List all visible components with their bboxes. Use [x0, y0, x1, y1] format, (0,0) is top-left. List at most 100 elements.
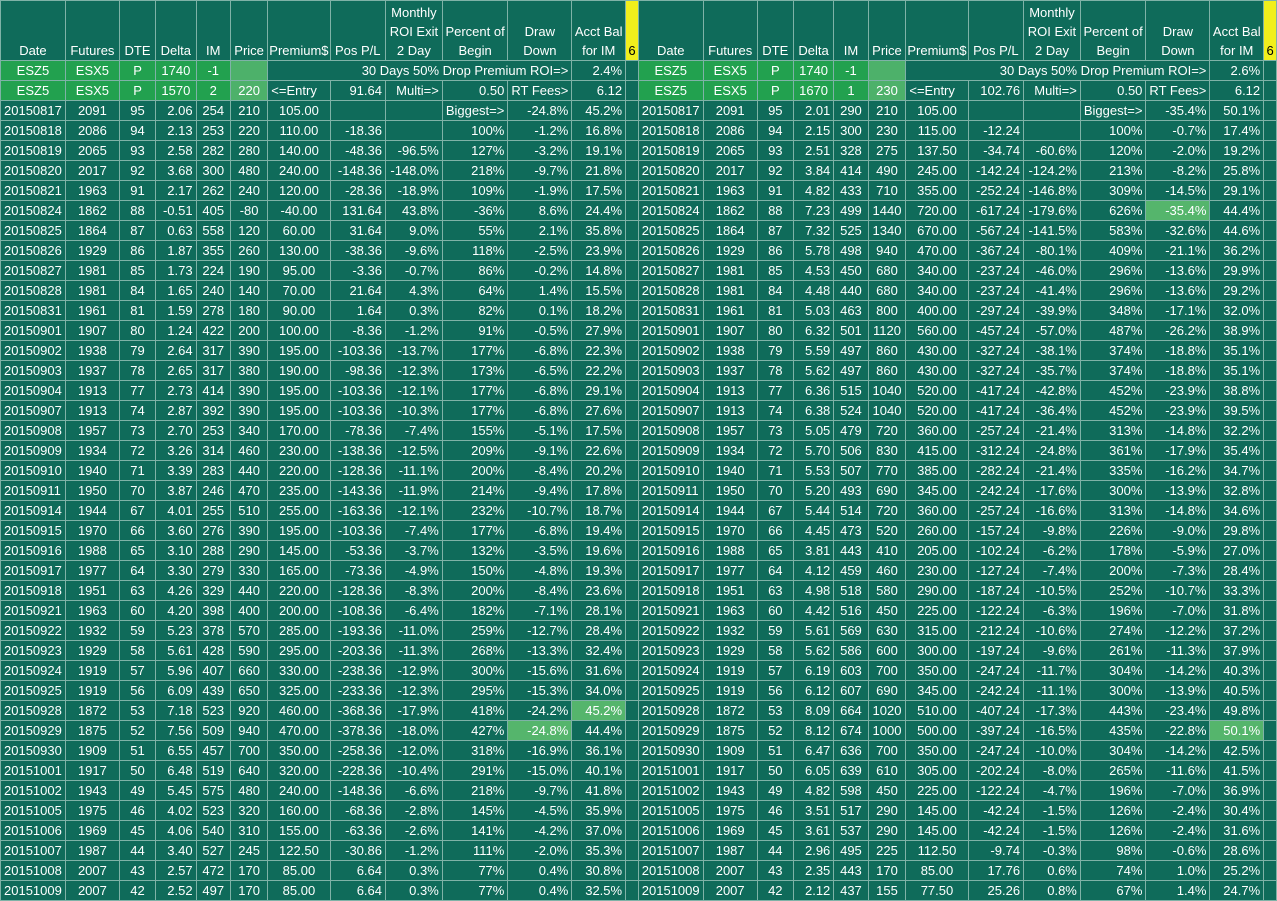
- dte-cell[interactable]: 80: [756, 320, 794, 341]
- dte-cell[interactable]: 70: [756, 480, 794, 501]
- value-cell[interactable]: 524: [833, 400, 869, 421]
- value-cell[interactable]: 32.4%: [571, 640, 627, 661]
- value-cell[interactable]: 37.9%: [1209, 640, 1265, 661]
- value-cell[interactable]: -9.6%: [385, 240, 443, 261]
- value-cell[interactable]: -35.4%: [1145, 100, 1211, 121]
- value-cell[interactable]: 3.40: [155, 840, 197, 861]
- cell[interactable]: [1263, 240, 1277, 261]
- date-cell[interactable]: 20150929: [0, 720, 66, 741]
- value-cell[interactable]: 25.26: [967, 880, 1025, 901]
- value-cell[interactable]: 1.4%: [507, 280, 573, 301]
- futures-cell[interactable]: 1977: [702, 560, 758, 581]
- value-cell[interactable]: 200%: [1079, 560, 1147, 581]
- value-cell[interactable]: 525: [833, 220, 869, 241]
- value-cell[interactable]: 145.00: [905, 820, 969, 841]
- value-cell[interactable]: 304%: [1079, 660, 1147, 681]
- value-cell[interactable]: 1000: [867, 720, 907, 741]
- value-cell[interactable]: 210: [867, 100, 907, 121]
- value-cell[interactable]: 3.84: [792, 160, 835, 181]
- value-cell[interactable]: -2.0%: [1145, 140, 1211, 161]
- value-cell[interactable]: 295%: [441, 680, 509, 701]
- dte-cell[interactable]: 72: [118, 440, 157, 461]
- futures-cell[interactable]: 2086: [702, 120, 758, 141]
- value-cell[interactable]: 398: [195, 600, 231, 621]
- futures-cell[interactable]: 1919: [702, 660, 758, 681]
- cell[interactable]: [625, 360, 639, 381]
- dte-cell[interactable]: 43: [756, 860, 794, 881]
- futures-cell[interactable]: 1981: [702, 280, 758, 301]
- value-cell[interactable]: 127%: [441, 140, 509, 161]
- value-cell[interactable]: -12.5%: [385, 440, 443, 461]
- value-cell[interactable]: 120.00: [267, 180, 331, 201]
- value-cell[interactable]: 537: [833, 820, 869, 841]
- value-cell[interactable]: -15.0%: [507, 760, 573, 781]
- value-cell[interactable]: 295.00: [267, 640, 331, 661]
- value-cell[interactable]: 245.00: [905, 160, 969, 181]
- futures-cell[interactable]: 1987: [64, 840, 120, 861]
- value-cell[interactable]: 500.00: [905, 720, 969, 741]
- column-header[interactable]: Draw Down: [1145, 0, 1211, 61]
- value-cell[interactable]: 509: [195, 720, 231, 741]
- date-cell[interactable]: 20150903: [0, 360, 66, 381]
- value-cell[interactable]: 4.45: [792, 520, 835, 541]
- value-cell[interactable]: 132%: [441, 540, 509, 561]
- value-cell[interactable]: 479: [833, 420, 869, 441]
- dte-cell[interactable]: 74: [118, 400, 157, 421]
- value-cell[interactable]: 36.9%: [1209, 780, 1265, 801]
- strike-cell[interactable]: 1740: [792, 60, 835, 81]
- value-cell[interactable]: 340: [229, 420, 269, 441]
- value-cell[interactable]: 126%: [1079, 800, 1147, 821]
- value-cell[interactable]: 440: [833, 280, 869, 301]
- multi-value[interactable]: 0.50: [441, 80, 509, 101]
- date-cell[interactable]: 20150924: [0, 660, 66, 681]
- value-cell[interactable]: 7.23: [792, 200, 835, 221]
- value-cell[interactable]: 2.65: [155, 360, 197, 381]
- value-cell[interactable]: 626%: [1079, 200, 1147, 221]
- futures-cell[interactable]: 1975: [64, 800, 120, 821]
- dte-cell[interactable]: 81: [118, 300, 157, 321]
- type-cell[interactable]: P: [118, 80, 157, 101]
- value-cell[interactable]: 6.19: [792, 660, 835, 681]
- column-header[interactable]: DTE: [118, 0, 157, 61]
- value-cell[interactable]: -13.3%: [507, 640, 573, 661]
- value-cell[interactable]: -35.4%: [1145, 200, 1211, 221]
- value-cell[interactable]: -48.36: [329, 140, 387, 161]
- dte-cell[interactable]: 53: [118, 700, 157, 721]
- date-cell[interactable]: 20150921: [0, 600, 66, 621]
- value-cell[interactable]: 636: [833, 740, 869, 761]
- dte-cell[interactable]: 52: [118, 720, 157, 741]
- value-cell[interactable]: 1.65: [155, 280, 197, 301]
- value-cell[interactable]: 278: [195, 300, 231, 321]
- value-cell[interactable]: 130.00: [267, 240, 331, 261]
- cell[interactable]: [1263, 260, 1277, 281]
- value-cell[interactable]: 17.8%: [571, 480, 627, 501]
- value-cell[interactable]: 0.6%: [1023, 860, 1081, 881]
- value-cell[interactable]: 2.73: [155, 380, 197, 401]
- value-cell[interactable]: -1.9%: [507, 180, 573, 201]
- cell[interactable]: [1263, 620, 1277, 641]
- contract-cell[interactable]: ESZ5: [0, 80, 66, 101]
- cell[interactable]: [1263, 560, 1277, 581]
- cell[interactable]: [625, 780, 639, 801]
- date-cell[interactable]: 20150924: [637, 660, 704, 681]
- value-cell[interactable]: -407.24: [967, 700, 1025, 721]
- value-cell[interactable]: 24.7%: [1209, 880, 1265, 901]
- value-cell[interactable]: -0.7%: [1145, 120, 1211, 141]
- column-header[interactable]: Draw Down: [507, 0, 573, 61]
- value-cell[interactable]: 6.55: [155, 740, 197, 761]
- dte-cell[interactable]: 42: [756, 880, 794, 901]
- value-cell[interactable]: -26.2%: [1145, 320, 1211, 341]
- value-cell[interactable]: -212.24: [967, 620, 1025, 641]
- value-cell[interactable]: 520.00: [905, 400, 969, 421]
- value-cell[interactable]: 22.3%: [571, 340, 627, 361]
- value-cell[interactable]: 177%: [441, 340, 509, 361]
- value-cell[interactable]: 4.42: [792, 600, 835, 621]
- cell[interactable]: [1263, 200, 1277, 221]
- value-cell[interactable]: -142.24: [967, 160, 1025, 181]
- value-cell[interactable]: 328: [833, 140, 869, 161]
- futures-cell[interactable]: 1981: [64, 260, 120, 281]
- value-cell[interactable]: 255: [195, 500, 231, 521]
- date-cell[interactable]: 20150825: [0, 220, 66, 241]
- dte-cell[interactable]: 84: [756, 280, 794, 301]
- cell[interactable]: [625, 660, 639, 681]
